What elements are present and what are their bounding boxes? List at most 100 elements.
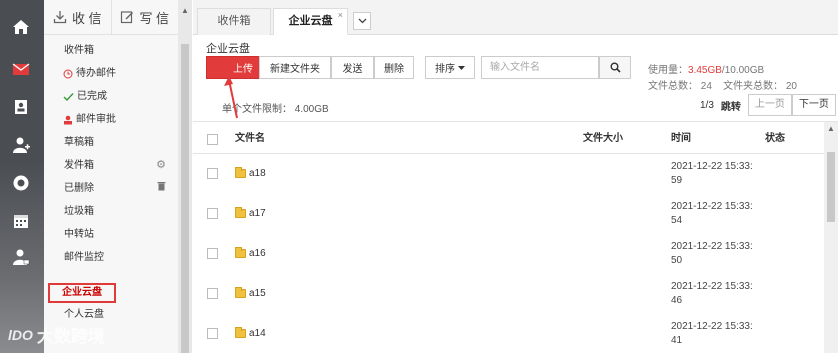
table-row[interactable]: a17 2021-12-22 15:33: 54 xyxy=(193,194,824,234)
delete-button[interactable]: 删除 xyxy=(374,56,414,79)
usage-label: 使用量： xyxy=(648,65,688,76)
file-name[interactable]: a18 xyxy=(235,167,266,179)
breadcrumb: 企业云盘 xyxy=(206,43,250,55)
file-name[interactable]: a16 xyxy=(235,247,266,259)
search-button[interactable] xyxy=(599,56,631,79)
annotation-arrow xyxy=(224,76,238,119)
next-page-button[interactable]: 下一页 xyxy=(791,94,836,116)
write-label: 写 信 xyxy=(139,10,170,26)
tab-inbox[interactable]: 收件箱 xyxy=(197,8,271,35)
file-name-text: a15 xyxy=(249,288,266,299)
file-name[interactable]: a15 xyxy=(235,287,266,299)
folder-drafts[interactable]: 草稿箱 xyxy=(44,131,178,154)
upload-label: 上传 xyxy=(233,64,253,75)
tab-menu-button[interactable] xyxy=(353,12,371,30)
gear-icon[interactable]: ⚙ xyxy=(156,154,166,177)
folder-transfer[interactable]: 中转站 xyxy=(44,223,178,246)
time-date: 2021-12-22 15:33: xyxy=(671,241,753,252)
scroll-up-icon[interactable]: ▲ xyxy=(827,124,835,133)
time-sec: 41 xyxy=(671,335,683,346)
time-sec: 50 xyxy=(671,255,683,266)
row-checkbox[interactable] xyxy=(207,208,218,219)
time-sec: 54 xyxy=(671,215,683,226)
row-checkbox[interactable] xyxy=(207,248,218,259)
calendar-icon[interactable] xyxy=(9,209,33,233)
folder-enterprise-cloud[interactable]: 企业云盘 xyxy=(44,281,178,304)
search-input[interactable]: 输入文件名 xyxy=(481,56,599,79)
folder-deleted[interactable]: 已删除 xyxy=(44,177,178,200)
folder-scrollbar[interactable]: ▲ xyxy=(178,0,192,353)
trash-icon[interactable] xyxy=(157,177,166,200)
folder-panel: 收 信 写 信 收件箱 待办邮件 已完成 邮件审批 草稿箱 发件箱 ⚙ 已删除 xyxy=(44,0,179,353)
receive-label: 收 信 xyxy=(71,10,102,26)
tab-bar: 收件箱 企业云盘 × xyxy=(193,0,838,35)
compose-bar: 收 信 写 信 xyxy=(44,0,178,35)
folders-count: 20 xyxy=(785,81,797,92)
file-time: 2021-12-22 15:33: 41 xyxy=(671,320,761,348)
sort-button[interactable]: 排序 xyxy=(425,56,475,79)
counts-line: 文件总数： 24 文件夹总数： 20 xyxy=(648,79,797,95)
time-date: 2021-12-22 15:33: xyxy=(671,161,753,172)
folder-approval[interactable]: 邮件审批 xyxy=(44,108,178,131)
header-time[interactable]: 时间 xyxy=(671,124,691,154)
file-name[interactable]: a14 xyxy=(235,327,266,339)
folder-label: 垃圾箱 xyxy=(64,206,94,217)
row-checkbox[interactable] xyxy=(207,288,218,299)
row-checkbox[interactable] xyxy=(207,168,218,179)
approver-icon xyxy=(64,115,72,124)
tab-label: 企业云盘 xyxy=(288,15,333,27)
file-name[interactable]: a17 xyxy=(235,207,266,219)
folder-todo[interactable]: 待办邮件 xyxy=(44,62,178,85)
close-icon[interactable]: × xyxy=(338,3,343,28)
page-indicator: 1/3 xyxy=(700,99,714,111)
user-add-icon[interactable] xyxy=(9,133,33,157)
new-folder-button[interactable]: 新建文件夹 xyxy=(259,56,331,79)
folder-spam[interactable]: 垃圾箱 xyxy=(44,200,178,223)
header-size[interactable]: 文件大小 xyxy=(583,124,623,154)
folder-outbox[interactable]: 发件箱 ⚙ xyxy=(44,154,178,177)
header-status[interactable]: 状态 xyxy=(765,124,785,154)
prev-page-button[interactable]: 上一页 xyxy=(747,94,792,116)
jump-link[interactable]: 跳转 xyxy=(721,98,741,113)
files-label: 文件总数： xyxy=(648,81,698,92)
file-name-text: a18 xyxy=(249,168,266,179)
folder-monitor[interactable]: 邮件监控 xyxy=(44,246,178,269)
storage-stats: 使用量：3.45GB/10.00GB 文件总数： 24 文件夹总数： 20 xyxy=(648,63,797,95)
select-all-checkbox[interactable] xyxy=(207,134,218,145)
folder-label: 企业云盘 xyxy=(48,282,116,303)
delete-label: 删除 xyxy=(384,64,404,75)
receive-button[interactable]: 收 信 xyxy=(44,0,112,34)
folder-icon xyxy=(235,207,246,218)
app-rail xyxy=(0,0,44,353)
scroll-up-icon[interactable]: ▲ xyxy=(181,6,189,15)
table-row[interactable]: a15 2021-12-22 15:33: 46 xyxy=(193,274,824,314)
contacts-icon[interactable] xyxy=(9,95,33,119)
support-icon[interactable] xyxy=(9,171,33,195)
header-name[interactable]: 文件名 xyxy=(235,124,265,154)
folder-icon xyxy=(235,167,246,178)
write-button[interactable]: 写 信 xyxy=(112,0,179,34)
files-count: 24 xyxy=(700,81,712,92)
row-checkbox[interactable] xyxy=(207,328,218,339)
scroll-thumb[interactable] xyxy=(827,152,835,222)
table-row[interactable]: a18 2021-12-22 15:33: 59 xyxy=(193,154,824,194)
clock-icon xyxy=(63,69,73,78)
folder-inbox[interactable]: 收件箱 xyxy=(44,39,178,62)
table-scrollbar[interactable]: ▲ xyxy=(824,122,838,353)
mail-icon[interactable] xyxy=(9,57,33,81)
table-row[interactable]: a14 2021-12-22 15:33: 41 xyxy=(193,314,824,353)
tab-enterprise-cloud[interactable]: 企业云盘 × xyxy=(273,8,348,35)
scroll-thumb[interactable] xyxy=(181,44,189,353)
folder-label: 已完成 xyxy=(77,91,107,102)
folder-done[interactable]: 已完成 xyxy=(44,85,178,108)
table-row[interactable]: a16 2021-12-22 15:33: 50 xyxy=(193,234,824,274)
time-date: 2021-12-22 15:33: xyxy=(671,321,753,332)
user-lock-icon[interactable] xyxy=(9,245,33,269)
file-name-text: a17 xyxy=(249,208,266,219)
folder-label: 收件箱 xyxy=(64,45,94,56)
send-button[interactable]: 发送 xyxy=(331,56,374,79)
home-icon[interactable] xyxy=(9,15,33,39)
file-time: 2021-12-22 15:33: 59 xyxy=(671,160,761,188)
folders-label: 文件夹总数： xyxy=(723,81,784,92)
time-sec: 59 xyxy=(671,175,683,186)
